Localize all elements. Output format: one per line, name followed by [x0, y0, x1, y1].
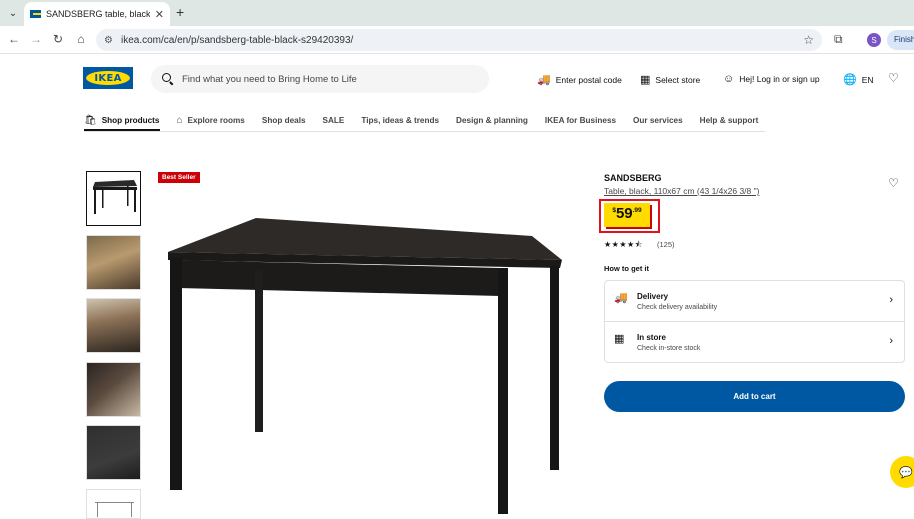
nav-sale[interactable]: SALE	[323, 112, 345, 128]
product-main-image[interactable]	[160, 200, 580, 514]
product-thumbnail-1[interactable]	[86, 171, 141, 226]
best-seller-badge: Best Seller	[158, 172, 200, 183]
nav-divider	[84, 131, 765, 132]
bookmark-star-icon[interactable]: ☆	[803, 33, 814, 47]
shopping-bag-icon: 🛍	[84, 114, 97, 126]
select-store-link[interactable]: ▦ Select store	[640, 73, 700, 86]
add-to-cart-button[interactable]: Add to cart	[604, 381, 905, 412]
house-icon: ⌂	[176, 114, 183, 126]
tab-close-icon[interactable]: ✕	[155, 8, 164, 21]
postal-code-link[interactable]: 🚚 Enter postal code	[537, 73, 622, 86]
favourites-heart-icon[interactable]: ♡	[888, 71, 899, 85]
site-info-icon[interactable]: ⚙	[104, 35, 113, 46]
login-label: Hej! Log in or sign up	[739, 74, 820, 84]
nav-explore-rooms[interactable]: ⌂ Explore rooms	[176, 112, 244, 128]
select-store-label: Select store	[655, 74, 701, 85]
language-label: EN	[861, 74, 874, 85]
browser-toolbar: ← → ↻ ⌂ ⚙ ikea.com/ca/en/p/sandsberg-tab…	[0, 26, 914, 54]
truck-icon: 🚚	[537, 74, 551, 86]
product-thumbnail-6[interactable]	[86, 489, 141, 519]
logo-oval: IKEA	[86, 71, 130, 85]
fulfilment-options: 🚚 Delivery Check delivery availability ›…	[604, 280, 905, 363]
in-store-option[interactable]: ▦ In store Check in-store stock ›	[605, 322, 904, 363]
new-tab-button[interactable]: +	[176, 4, 184, 20]
instore-subtitle: Check in-store stock	[637, 345, 701, 352]
nav-our-services[interactable]: Our services	[633, 112, 683, 128]
search-icon	[162, 73, 174, 85]
delivery-option[interactable]: 🚚 Delivery Check delivery availability ›	[605, 281, 904, 322]
delivery-subtitle: Check delivery availability	[637, 304, 718, 311]
store-icon: ▦	[640, 74, 651, 86]
nav-design-planning[interactable]: Design & planning	[456, 112, 528, 128]
product-thumbnail-4[interactable]	[86, 362, 141, 417]
instore-title: In store	[637, 333, 666, 342]
chevron-right-icon: ›	[889, 294, 893, 306]
product-thumbnail-2[interactable]	[86, 235, 141, 290]
postal-code-label: Enter postal code	[555, 74, 622, 85]
extensions-icon[interactable]: ⧉	[834, 32, 843, 47]
store-icon: ▦	[614, 333, 625, 345]
price-tag: $ 59 .99	[604, 203, 650, 227]
back-icon[interactable]: ←	[6, 32, 22, 46]
chat-icon[interactable]: 💬	[890, 456, 914, 488]
how-to-get-heading: How to get it	[604, 264, 649, 273]
product-name: SANDSBERG	[604, 173, 662, 183]
user-icon: ☺	[723, 73, 735, 85]
nav-help-support[interactable]: Help & support	[700, 112, 759, 128]
delivery-title: Delivery	[637, 292, 669, 301]
nav-shop-deals[interactable]: Shop deals	[262, 112, 306, 128]
logo-text: IKEA	[94, 72, 122, 84]
home-icon[interactable]: ⌂	[73, 32, 89, 46]
url-text: ikea.com/ca/en/p/sandsberg-table-black-s…	[120, 34, 354, 46]
chevron-right-icon: ›	[889, 335, 893, 347]
product-thumbnail-5[interactable]	[86, 425, 141, 480]
review-count[interactable]: (125)	[657, 240, 675, 249]
add-to-wishlist-heart-icon[interactable]: ♡	[888, 176, 899, 190]
tab-search-chevron-icon[interactable]: ⌄	[4, 4, 22, 22]
table-thumbnail-image	[93, 180, 137, 214]
price-decimal: .99	[632, 207, 642, 214]
finish-update-button[interactable]: Finish	[887, 30, 914, 50]
tab-title: SANDSBERG table, black, 110x67 cm	[46, 9, 150, 19]
price-integer: 59	[615, 205, 633, 222]
login-link[interactable]: ☺ Hej! Log in or sign up	[723, 73, 820, 85]
reload-icon[interactable]: ↻	[50, 32, 66, 46]
nav-tips-ideas[interactable]: Tips, ideas & trends	[361, 112, 439, 128]
nav-label: Shop products	[101, 115, 160, 125]
product-description-link[interactable]: Table, black, 110x67 cm (43 1/4x26 3/8 "…	[604, 186, 759, 196]
delivery-truck-icon: 🚚	[614, 292, 628, 304]
search-placeholder: Find what you need to Bring Home to Life	[182, 73, 357, 85]
nav-label: Explore rooms	[187, 115, 245, 125]
rating-stars[interactable]: ★★★★⯪	[604, 239, 643, 253]
forward-icon[interactable]: →	[28, 32, 44, 46]
dimension-drawing-image	[95, 502, 134, 517]
browser-tabstrip: ⌄ SANDSBERG table, black, 110x67 cm ✕ +	[0, 0, 914, 26]
globe-icon: 🌐	[843, 74, 857, 86]
search-input[interactable]: Find what you need to Bring Home to Life	[151, 65, 489, 93]
product-thumbnail-3[interactable]	[86, 298, 141, 353]
ikea-logo[interactable]: IKEA	[83, 67, 133, 89]
nav-active-indicator	[84, 129, 160, 131]
tab-favicon-icon	[30, 10, 41, 18]
nav-ikea-business[interactable]: IKEA for Business	[545, 112, 616, 128]
profile-avatar[interactable]: S	[867, 33, 881, 47]
address-bar[interactable]: ⚙ ikea.com/ca/en/p/sandsberg-table-black…	[96, 29, 822, 51]
nav-shop-products[interactable]: 🛍 Shop products	[84, 112, 159, 128]
browser-tab-active[interactable]: SANDSBERG table, black, 110x67 cm ✕	[24, 2, 170, 26]
main-nav: 🛍 Shop products ⌂ Explore rooms Shop dea…	[84, 112, 775, 132]
language-selector[interactable]: 🌐 EN	[843, 73, 874, 86]
